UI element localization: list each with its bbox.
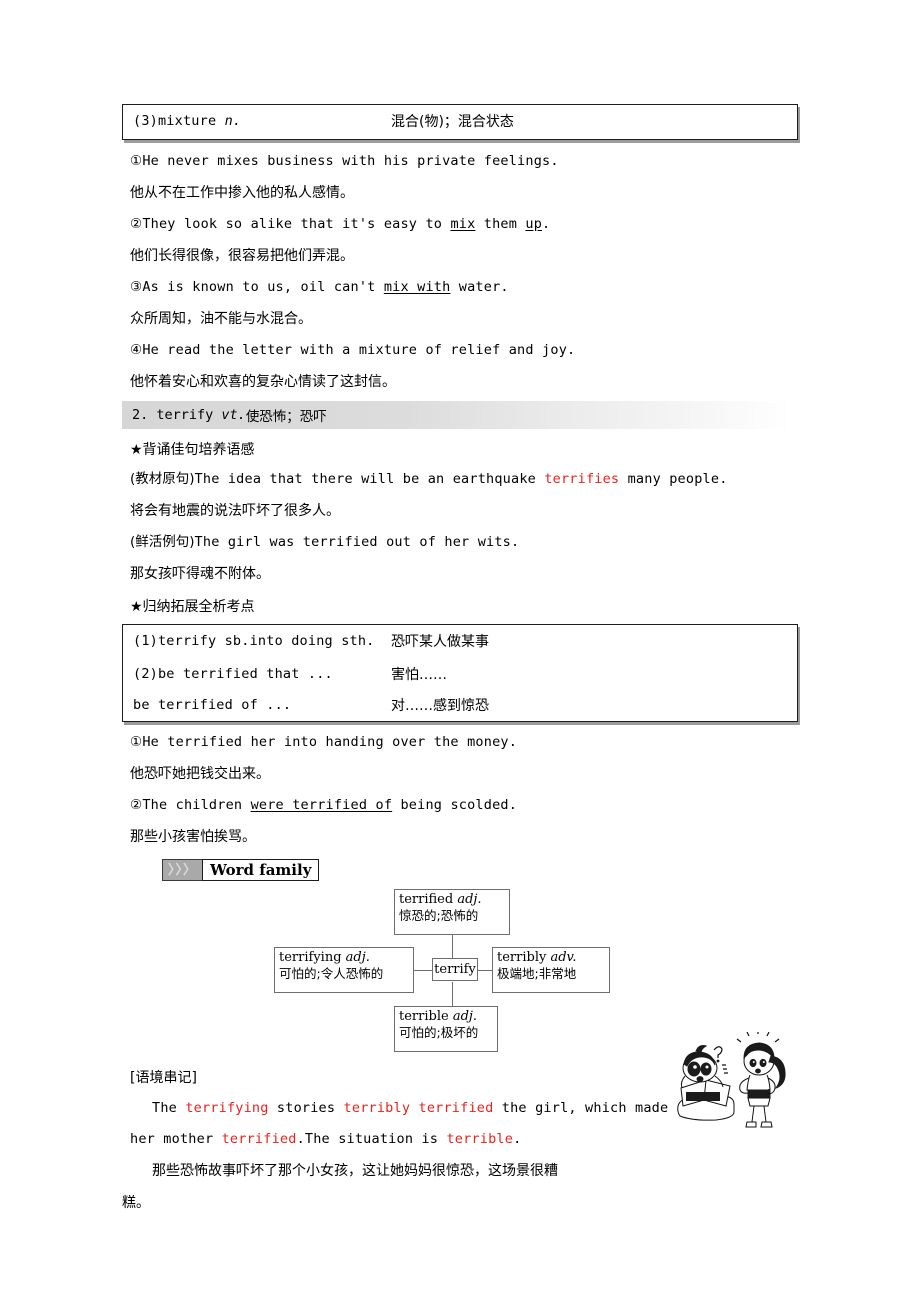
document-page: (3)mixture n. 混合(物)；混合状态 ①He never mixes… <box>0 0 920 1302</box>
word-family-diagram: terrified adj. 惊恐的;恐怖的 terrifying adj. 可… <box>122 889 798 1052</box>
mixture-pos: n. <box>224 113 242 130</box>
extra-sentence-zh: 那女孩吓得魂不附体。 <box>122 559 798 591</box>
node-word: terrified adj. <box>399 892 482 907</box>
usage-example-line: ②The children were terrified of being sc… <box>122 790 798 822</box>
word-family-node-center: terrify <box>432 958 478 981</box>
example-line: ①He never mixes business with his privat… <box>122 146 798 178</box>
node-definition: 可怕的;极坏的 <box>399 1025 479 1041</box>
usage-example-2-en: ②The children were terrified of being sc… <box>130 797 518 813</box>
usage-example-line: 他恐吓她把钱交出来。 <box>122 759 798 791</box>
terrify-usage-box: (1)terrify sb.into doing sth. 恐吓某人做某事 (2… <box>122 624 798 722</box>
context-zh-line-1: 那些恐怖故事吓坏了那个小女孩，这让她妈妈很惊恐，这场景很糟 <box>122 1156 798 1188</box>
textbook-sentence-label: (教材原句) <box>130 471 195 487</box>
terrify-heading-number: 2. <box>132 407 157 423</box>
terrify-heading-pos: vt. <box>221 407 246 423</box>
extra-sentence-en: (鲜活例句) The girl was terrified out of her … <box>122 527 798 559</box>
example-line: 他们长得很像，很容易把他们弄混。 <box>122 241 798 273</box>
word-family-badge: 〉〉〉 Word family <box>162 859 320 881</box>
example-4-zh: 他怀着安心和欢喜的复杂心情读了这封信。 <box>130 374 396 391</box>
context-zh-text-1: 那些恐怖故事吓坏了那个小女孩，这让她妈妈很惊恐，这场景很糟 <box>152 1163 558 1180</box>
word-family-node-bottom: terrible adj. 可怕的;极坏的 <box>394 1006 498 1052</box>
usage-row: be terrified of ... 对……感到惊恐 <box>123 691 797 721</box>
connector-top <box>452 933 453 959</box>
usage-example-2-zh: 那些小孩害怕挨骂。 <box>130 829 256 846</box>
usage-pattern: (2)be terrified that ... <box>133 665 333 682</box>
example-line: ④He read the letter with a mixture of re… <box>122 335 798 367</box>
example-3-zh: 众所周知，油不能与水混合。 <box>130 311 312 328</box>
usage-example-line: ①He terrified her into handing over the … <box>122 727 798 759</box>
usage-example-1-zh: 他恐吓她把钱交出来。 <box>130 766 270 783</box>
node-word: terrifying adj. <box>279 950 370 965</box>
terrify-heading-word: terrify <box>156 407 222 423</box>
textbook-sentence-zh: 将会有地震的说法吓坏了很多人。 <box>122 496 798 528</box>
node-definition: 极端地;非常地 <box>497 966 577 982</box>
usage-example-line: 那些小孩害怕挨骂。 <box>122 822 798 854</box>
textbook-sentence-zh-text: 将会有地震的说法吓坏了很多人。 <box>130 503 340 520</box>
example-line: 众所周知，油不能与水混合。 <box>122 304 798 336</box>
example-2-en: ②They look so alike that it's easy to mi… <box>130 216 551 232</box>
example-line: ③As is known to us, oil can't mix with w… <box>122 272 798 304</box>
word-family-node-left: terrifying adj. 可怕的;令人恐怖的 <box>274 947 414 993</box>
word-family-label: Word family <box>202 859 320 881</box>
extra-sentence-zh-text: 那女孩吓得魂不附体。 <box>130 566 270 583</box>
word-family-node-right: terribly adv. 极端地;非常地 <box>492 947 610 993</box>
example-line: 他怀着安心和欢喜的复杂心情读了这封信。 <box>122 367 798 399</box>
usage-meaning: 害怕…… <box>391 666 447 683</box>
textbook-sentence-text: The idea that there will be an earthquak… <box>194 471 728 487</box>
context-sentence-part-1: The terrifying stories terribly terrifie… <box>152 1099 669 1116</box>
mixture-meaning: 混合(物)；混合状态 <box>391 114 514 130</box>
mixture-term: (3)mixture n. <box>133 113 242 130</box>
node-word: terrible adj. <box>399 1009 478 1024</box>
usage-row: (2)be terrified that ... 害怕…… <box>123 658 797 691</box>
example-1-zh: 他从不在工作中掺入他的私人感情。 <box>130 185 354 202</box>
example-2-zh: 他们长得很像，很容易把他们弄混。 <box>130 248 354 265</box>
word-family-node-top: terrified adj. 惊恐的;恐怖的 <box>394 889 510 935</box>
example-line: 他从不在工作中掺入他的私人感情。 <box>122 178 798 210</box>
context-zh-text-2: 糕。 <box>122 1194 150 1211</box>
usage-meaning: 恐吓某人做某事 <box>391 633 489 650</box>
node-definition: 惊恐的;恐怖的 <box>399 908 479 924</box>
usage-row: (1)terrify sb.into doing sth. 恐吓某人做某事 <box>123 625 797 658</box>
extra-sentence-text: The girl was terrified out of her wits. <box>194 534 520 550</box>
connector-left <box>412 970 434 971</box>
example-4-en: ④He read the letter with a mixture of re… <box>130 342 576 358</box>
context-zh-line-2: 糕。 <box>122 1187 798 1219</box>
terrify-entry-heading: 2. terrify vt. 使恐怖；恐吓 <box>122 401 793 429</box>
extra-sentence-label: (鲜活例句) <box>130 534 195 550</box>
usage-pattern: (1)terrify sb.into doing sth. <box>133 632 375 649</box>
usage-pattern: be terrified of ... <box>133 697 292 714</box>
chevrons-right-icon: 〉〉〉 <box>162 859 203 881</box>
context-title: [语境串记] <box>130 1069 197 1086</box>
mixture-definition-row: (3)mixture n. 混合(物)；混合状态 <box>123 105 797 139</box>
terrify-heading-meaning: 使恐怖；恐吓 <box>245 409 327 425</box>
usage-example-1-en: ①He terrified her into handing over the … <box>130 734 518 750</box>
connector-bottom <box>452 982 453 1008</box>
node-definition: 可怕的;令人恐怖的 <box>279 966 384 982</box>
example-1-en: ①He never mixes business with his privat… <box>130 153 559 169</box>
mixture-definition-box: (3)mixture n. 混合(物)；混合状态 <box>122 104 798 140</box>
context-sentence-part-2: her mother terrified.The situation is te… <box>130 1131 522 1147</box>
usage-meaning: 对……感到惊恐 <box>391 698 489 714</box>
node-word: terribly adv. <box>497 950 577 965</box>
example-3-en: ③As is known to us, oil can't mix with w… <box>130 279 509 295</box>
illustration-scared-child-and-woman <box>668 1031 792 1132</box>
star-heading-summary: ★归纳拓展全析考点 <box>130 598 255 615</box>
example-line: ②They look so alike that it's easy to mi… <box>122 209 798 241</box>
textbook-sentence-en: (教材原句) The idea that there will be an ear… <box>122 464 798 496</box>
star-heading-recite: ★背诵佳句培养语感 <box>130 441 255 458</box>
